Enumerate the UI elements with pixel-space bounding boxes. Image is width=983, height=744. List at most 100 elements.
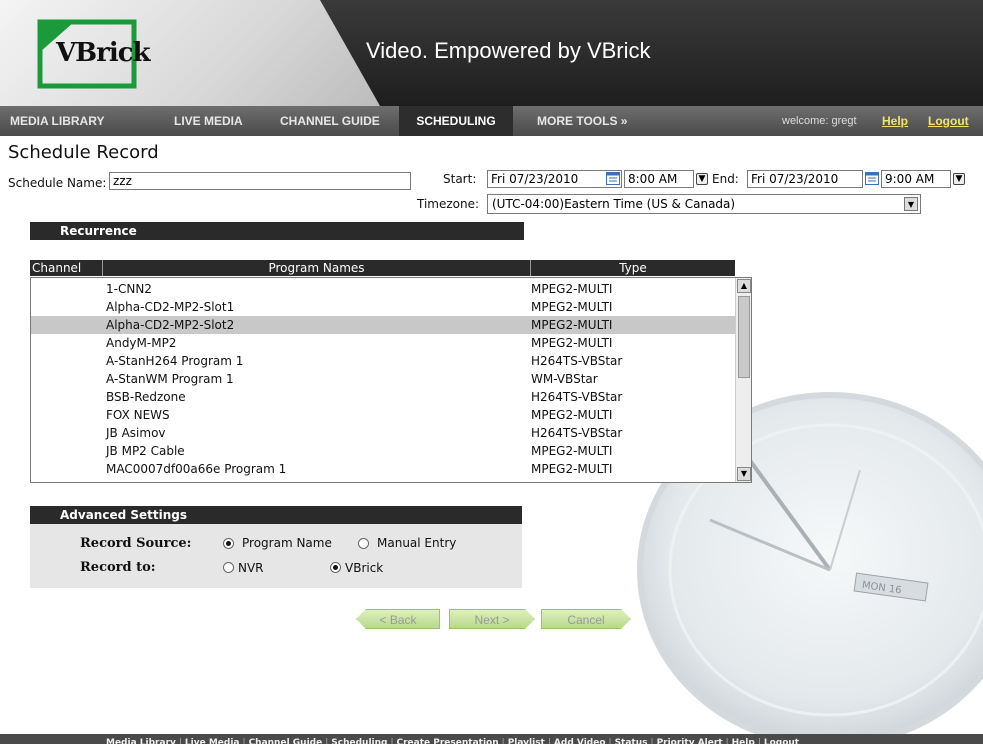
footer-link[interactable]: Help [732, 738, 755, 744]
table-row[interactable]: MAC0007df00a66e Program 1 MPEG2-MULTI [31, 460, 736, 478]
table-row[interactable]: MSNBC MPEG2-MULTI [31, 478, 736, 482]
table-row[interactable]: A-StanWM Program 1 WM-VBStar [31, 370, 736, 388]
scroll-up-icon[interactable]: ▲ [737, 279, 751, 293]
radio-vbrick-label[interactable]: VBrick [345, 561, 383, 575]
type-cell: H264TS-VBStar [531, 354, 623, 368]
start-time-stepper-icon[interactable]: ▼ [696, 173, 708, 185]
footer-link[interactable]: Media Library [106, 738, 176, 744]
back-button[interactable]: < Back [356, 609, 440, 629]
vbrick-logo[interactable]: VBrick [34, 18, 151, 90]
table-row[interactable]: FOX NEWS MPEG2-MULTI [31, 406, 736, 424]
nav-live-media[interactable]: LIVE MEDIA [174, 106, 243, 136]
start-time-input[interactable]: 8:00 AM [624, 170, 694, 188]
radio-program-name-label[interactable]: Program Name [242, 536, 332, 550]
list-scrollbar[interactable]: ▲ ▼ [735, 278, 751, 482]
program-name-cell: A-StanH264 Program 1 [106, 354, 244, 368]
end-time-stepper-icon[interactable]: ▼ [953, 173, 965, 185]
radio-vbrick[interactable] [330, 562, 341, 573]
table-row[interactable]: 1-CNN2 MPEG2-MULTI [31, 280, 736, 298]
footer-link[interactable]: Channel Guide [249, 738, 323, 744]
help-link[interactable]: Help [882, 106, 908, 136]
type-cell: MPEG2-MULTI [531, 462, 613, 476]
page-title: Schedule Record [8, 142, 159, 163]
column-header-program-names[interactable]: Program Names [102, 260, 530, 276]
program-name-cell: MAC0007df00a66e Program 1 [106, 462, 287, 476]
type-cell: MPEG2-MULTI [531, 300, 613, 314]
table-row[interactable]: AndyM-MP2 MPEG2-MULTI [31, 334, 736, 352]
nav-channel-guide[interactable]: CHANNEL GUIDE [280, 106, 380, 136]
footer-separator: | [725, 738, 729, 744]
recurrence-title: Recurrence [60, 224, 137, 238]
footer-separator: | [390, 738, 394, 744]
next-button[interactable]: Next > [449, 609, 535, 629]
footer-separator: | [650, 738, 654, 744]
logo-text: VBrick [56, 38, 151, 68]
logout-link[interactable]: Logout [928, 106, 969, 136]
advanced-settings-header[interactable]: Advanced Settings [30, 506, 522, 524]
nav-more-tools[interactable]: MORE TOOLS » [537, 106, 627, 136]
footer-link[interactable]: Logout [764, 738, 799, 744]
scrollbar-thumb[interactable] [738, 296, 750, 378]
type-cell: WM-VBStar [531, 372, 598, 386]
footer-link[interactable]: Priority Alert [657, 738, 723, 744]
scroll-down-icon[interactable]: ▼ [737, 467, 751, 481]
footer-link[interactable]: Playlist [508, 738, 545, 744]
radio-manual-entry-label[interactable]: Manual Entry [377, 536, 456, 550]
table-row[interactable]: JB Asimov H264TS-VBStar [31, 424, 736, 442]
table-row[interactable]: BSB-Redzone H264TS-VBStar [31, 388, 736, 406]
footer-separator: | [242, 738, 246, 744]
footer-separator: | [501, 738, 505, 744]
program-name-cell: A-StanWM Program 1 [106, 372, 234, 386]
recurrence-header[interactable]: Recurrence [30, 222, 524, 240]
radio-nvr[interactable] [223, 562, 234, 573]
footer-link[interactable]: Scheduling [331, 738, 387, 744]
program-name-cell: MSNBC [106, 478, 149, 482]
table-row[interactable]: Alpha-CD2-MP2-Slot1 MPEG2-MULTI [31, 298, 736, 316]
type-cell: H264TS-VBStar [531, 390, 623, 404]
program-name-cell: JB MP2 Cable [106, 444, 185, 458]
tagline: Video. Empowered by VBrick [366, 38, 651, 63]
radio-nvr-label[interactable]: NVR [238, 561, 264, 575]
schedule-name-label: Schedule Name: [8, 176, 107, 190]
column-header-channel[interactable]: Channel [30, 260, 102, 276]
start-calendar-icon[interactable] [606, 172, 620, 185]
start-date-input[interactable]: Fri 07/23/2010 [487, 170, 622, 188]
end-label: End: [712, 172, 739, 186]
radio-program-name[interactable] [223, 538, 234, 549]
table-row[interactable]: JB MP2 Cable MPEG2-MULTI [31, 442, 736, 460]
end-calendar-icon[interactable] [865, 172, 879, 185]
chevron-down-icon[interactable]: ▼ [904, 197, 918, 211]
column-header-type[interactable]: Type [530, 260, 735, 276]
record-to-label: Record to: [80, 560, 156, 575]
footer-links: Media Library | Live Media | Channel Guide | S… [106, 734, 799, 744]
table-row[interactable]: A-StanH264 Program 1 H264TS-VBStar [31, 352, 736, 370]
program-name-cell: Alpha-CD2-MP2-Slot2 [106, 318, 235, 332]
end-date-input[interactable]: Fri 07/23/2010 [747, 170, 863, 188]
program-name-cell: 1-CNN2 [106, 282, 152, 296]
footer-link[interactable]: Status [615, 738, 648, 744]
timezone-label: Timezone: [417, 197, 480, 211]
footer-separator: | [608, 738, 612, 744]
advanced-settings-panel: Record Source: Program Name Manual Entry… [30, 524, 522, 588]
nav-media-library[interactable]: MEDIA LIBRARY [10, 106, 104, 136]
program-list[interactable]: 1-CNN2 MPEG2-MULTI Alpha-CD2-MP2-Slot1 MPEG… [30, 277, 752, 483]
footer-link[interactable]: Add Video [554, 738, 606, 744]
record-source-label: Record Source: [80, 536, 192, 551]
radio-manual-entry[interactable] [358, 538, 369, 549]
main-nav: MEDIA LIBRARY LIVE MEDIA CHANNEL GUIDE S… [0, 106, 983, 136]
welcome-text: welcome: gregt [782, 115, 857, 127]
program-name-cell: FOX NEWS [106, 408, 170, 422]
type-cell: MPEG2-MULTI [531, 282, 613, 296]
advanced-settings-title: Advanced Settings [60, 508, 188, 522]
schedule-name-input[interactable]: zzz [109, 172, 411, 190]
timezone-select[interactable]: (UTC-04:00)Eastern Time (US & Canada) ▼ [487, 194, 921, 214]
footer: Media Library | Live Media | Channel Guide | S… [0, 734, 983, 744]
header: VBrick Video. Empowered by VBrick [0, 0, 983, 106]
nav-scheduling[interactable]: SCHEDULING [399, 106, 513, 136]
footer-link[interactable]: Create Presentation [397, 738, 499, 744]
footer-link[interactable]: Live Media [185, 738, 240, 744]
type-cell: MPEG2-MULTI [531, 408, 613, 422]
end-time-input[interactable]: 9:00 AM [881, 170, 951, 188]
table-row[interactable]: Alpha-CD2-MP2-Slot2 MPEG2-MULTI [31, 316, 736, 334]
cancel-button[interactable]: Cancel [541, 609, 631, 629]
